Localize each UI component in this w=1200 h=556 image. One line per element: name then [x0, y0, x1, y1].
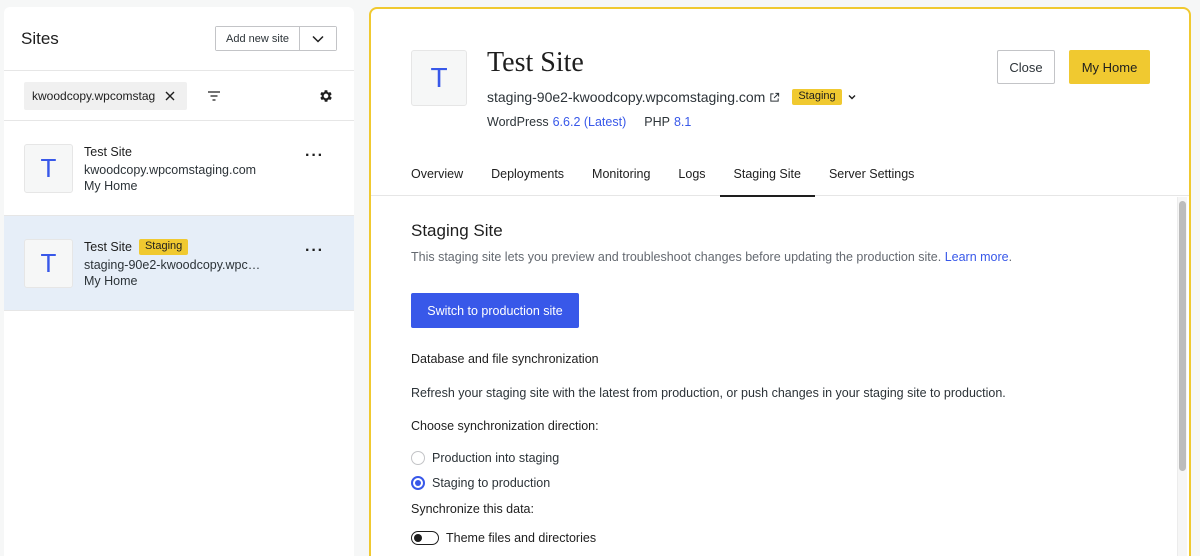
- site-url-link[interactable]: staging-90e2-kwoodcopy.wpcomstaging.com: [487, 89, 765, 105]
- radio-button[interactable]: [411, 451, 425, 465]
- add-new-site-button[interactable]: Add new site: [216, 27, 300, 50]
- external-link-icon[interactable]: [769, 92, 780, 103]
- tab-logs[interactable]: Logs: [664, 152, 719, 196]
- section-description: This staging site lets you preview and t…: [411, 250, 1013, 264]
- tab-staging-site[interactable]: Staging Site: [719, 152, 816, 197]
- php-version-link[interactable]: 8.1: [674, 115, 691, 129]
- description-text: This staging site lets you preview and t…: [411, 250, 942, 264]
- add-site-split-button: Add new site: [215, 26, 337, 51]
- toggle-switch[interactable]: [411, 531, 439, 545]
- site-avatar: T: [24, 143, 73, 193]
- site-name-line: Test Site: [84, 144, 266, 161]
- filter-icon[interactable]: [207, 90, 221, 102]
- site-avatar-large: T: [411, 50, 467, 106]
- site-home-label: My Home: [84, 178, 138, 193]
- tab-monitoring[interactable]: Monitoring: [578, 152, 664, 196]
- site-detail-panel: T Test Site staging-90e2-kwoodcopy.wpcom…: [369, 7, 1191, 556]
- sidebar-title: Sites: [21, 28, 59, 48]
- add-site-dropdown-button[interactable]: [300, 27, 336, 50]
- staging-badge: Staging: [792, 89, 842, 105]
- gear-icon[interactable]: [318, 88, 334, 104]
- learn-more-link[interactable]: Learn more: [945, 250, 1009, 264]
- site-list-item-selected[interactable]: T Test Site Staging staging-90e2-kwoodco…: [4, 216, 354, 311]
- site-name: Test Site: [84, 240, 132, 254]
- radio-staging-to-production[interactable]: Staging to production: [411, 476, 550, 490]
- site-name-line: Test Site Staging: [84, 239, 266, 256]
- close-button[interactable]: Close: [997, 50, 1055, 84]
- staging-badge: Staging: [138, 239, 189, 255]
- site-info: Test Site kwoodcopy.wpcomstaging.com My …: [84, 144, 266, 193]
- site-list-item[interactable]: T Test Site kwoodcopy.wpcomstaging.com M…: [4, 121, 354, 216]
- more-actions-icon[interactable]: ···: [305, 242, 324, 260]
- radio-label: Production into staging: [432, 451, 560, 465]
- radio-label: Staging to production: [432, 476, 551, 490]
- site-info: Test Site Staging staging-90e2-kwoodcopy…: [84, 239, 266, 288]
- wordpress-version-link[interactable]: 6.6.2 (Latest): [553, 115, 627, 129]
- wordpress-label: WordPress: [487, 115, 549, 129]
- site-home-label: My Home: [84, 273, 138, 288]
- sidebar-header: Sites Add new site: [4, 7, 354, 71]
- section-title: Staging Site: [411, 221, 503, 240]
- tab-overview[interactable]: Overview: [397, 152, 477, 196]
- site-url: staging-90e2-kwoodcopy.wpcomstaging.com: [84, 257, 266, 272]
- radio-production-into-staging[interactable]: Production into staging: [411, 451, 559, 465]
- site-name: Test Site: [84, 145, 132, 159]
- site-avatar: T: [24, 238, 73, 288]
- sidebar-filter-bar: [4, 71, 354, 121]
- site-url-line: staging-90e2-kwoodcopy.wpcomstaging.com …: [487, 89, 858, 105]
- sync-heading: Database and file synchronization: [411, 352, 599, 366]
- chevron-down-icon[interactable]: [846, 91, 858, 103]
- scrollbar-thumb[interactable]: [1179, 201, 1186, 471]
- sync-data-label: Synchronize this data:: [411, 502, 534, 516]
- php-label: PHP: [644, 115, 670, 129]
- search-box: [24, 81, 187, 110]
- my-home-button[interactable]: My Home: [1069, 50, 1150, 84]
- page-title: Test Site: [487, 47, 584, 78]
- sites-sidebar: Sites Add new site T Test Site kw: [4, 7, 354, 556]
- clear-search-icon[interactable]: [164, 90, 176, 102]
- site-url: kwoodcopy.wpcomstaging.com: [84, 162, 257, 177]
- choose-direction-label: Choose synchronization direction:: [411, 419, 599, 433]
- tab-deployments[interactable]: Deployments: [477, 152, 578, 196]
- panel-header: T Test Site staging-90e2-kwoodcopy.wpcom…: [371, 9, 1189, 197]
- panel-tabs: Overview Deployments Monitoring Logs Sta…: [371, 152, 1189, 197]
- search-input[interactable]: [32, 88, 162, 103]
- toggle-label: Theme files and directories: [446, 531, 597, 545]
- more-actions-icon[interactable]: ···: [305, 147, 324, 165]
- switch-to-production-button[interactable]: Switch to production site: [411, 293, 579, 328]
- chevron-down-icon: [312, 35, 324, 43]
- sync-paragraph: Refresh your staging site with the lates…: [411, 386, 1006, 400]
- radio-button-selected[interactable]: [411, 476, 425, 490]
- site-meta: WordPress 6.6.2 (Latest) PHP 8.1: [487, 115, 691, 129]
- tab-server-settings[interactable]: Server Settings: [815, 152, 928, 196]
- theme-files-toggle-row[interactable]: Theme files and directories: [411, 531, 596, 545]
